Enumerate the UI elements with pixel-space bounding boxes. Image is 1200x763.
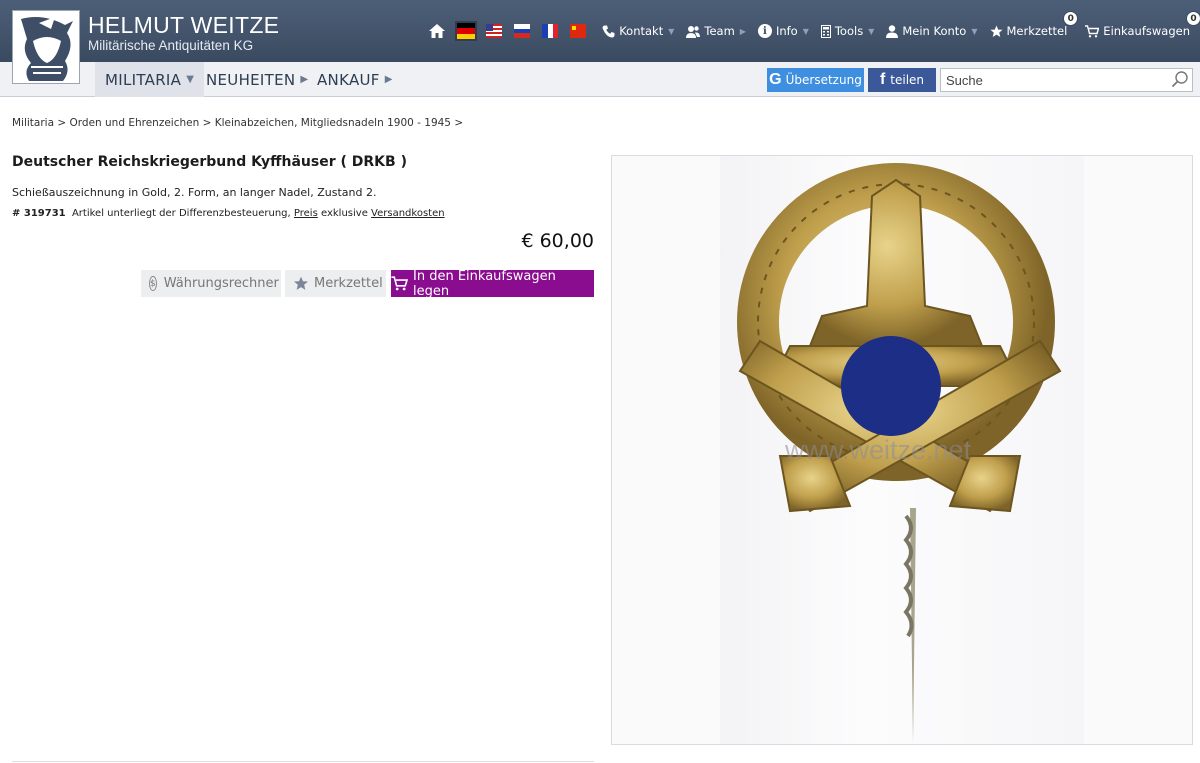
top-navigation: Kontakt ▼ Team ▶ i Info ▼ Tools ▼ Mein K… [428,11,1200,44]
brand-subtitle: Militärische Antiquitäten KG [88,38,254,53]
share-facebook-button[interactable]: f teilen [868,68,936,92]
nav-merkzettel-label: Merkzettel [1006,24,1068,38]
nav-mein-konto[interactable]: Mein Konto ▼ [880,18,983,44]
user-icon [886,24,899,38]
star-icon [989,25,1003,38]
chevron-down-icon: ▼ [186,74,195,85]
chevron-right-icon: ▶ [384,74,393,85]
chevron-down-icon: ▼ [971,26,978,36]
nav-info[interactable]: i Info ▼ [752,18,815,44]
info-glyph: i [757,24,772,38]
breadcrumb[interactable]: Militaria > Orden und Ehrenzeichen > Kle… [12,117,463,129]
wishlist-count-badge: 0 [1063,11,1079,26]
nav-merkzettel[interactable]: Merkzettel 0 [984,11,1079,44]
cart-icon [1085,24,1100,38]
category-ankauf-label: ANKAUF [317,70,380,89]
tax-note: Artikel unterliegt der Differenzbesteuer… [71,208,291,219]
nav-tools-label: Tools [834,24,864,38]
home-icon[interactable] [428,24,446,38]
image-watermark: www.weitze.net [785,435,972,465]
translate-button-label: Übersetzung [785,73,862,87]
nav-kontakt[interactable]: Kontakt ▼ [596,18,680,44]
cart-count-badge: 0 [1186,11,1200,26]
share-button-label: teilen [890,73,925,87]
category-militaria[interactable]: MILITARIA ▼ [95,62,205,97]
article-number: # 319731 [12,208,66,219]
add-to-cart-button[interactable]: In den Einkaufswagen legen [391,268,594,299]
logo[interactable] [12,10,80,84]
price-link[interactable]: Preis [294,208,318,219]
search-icon[interactable] [1171,70,1189,88]
search-input[interactable] [940,68,1193,92]
wishlist-button[interactable]: Merkzettel [285,270,386,297]
currency-converter-label: Währungsrechner [163,276,279,291]
nav-team[interactable]: Team ▶ [680,18,752,44]
team-icon [686,25,701,38]
flag-ru-icon[interactable] [514,24,531,39]
top-header: HELMUT WEITZE Militärische Antiquitäten … [0,0,1200,62]
category-militaria-label: MILITARIA [105,70,182,89]
category-neuheiten[interactable]: NEUHEITEN ▶ [206,62,308,97]
nav-einkaufswagen-label: Einkaufswagen [1103,24,1190,38]
chevron-right-icon: ▶ [300,74,309,85]
flag-us-icon[interactable] [486,24,503,38]
nav-mein-konto-label: Mein Konto [902,24,967,38]
shipping-link[interactable]: Versandkosten [371,208,445,219]
phone-icon [602,25,615,38]
nav-info-label: Info [775,24,798,38]
chevron-right-icon: ▶ [739,26,746,36]
divider [12,761,594,762]
wishlist-label: Merkzettel [314,276,383,291]
chevron-down-icon: ▼ [802,26,809,36]
currency-converter-button[interactable]: $ Währungsrechner [141,270,281,297]
product-title: Deutscher Reichskriegerbund Kyffhäuser (… [12,154,407,170]
google-icon: G [769,71,782,88]
nav-kontakt-label: Kontakt [619,24,664,38]
flag-cn-icon[interactable] [570,24,587,38]
currency-icon: $ [149,276,157,291]
translate-button[interactable]: G Übersetzung [767,68,864,92]
product-description: Schießauszeichnung in Gold, 2. Form, an … [12,186,377,199]
info-icon: i [757,24,772,38]
calculator-icon [820,24,831,38]
product-meta: # 319731 Artikel unterliegt der Differen… [12,208,445,219]
star-icon [293,276,309,291]
chevron-down-icon: ▼ [868,26,875,36]
flag-fr-icon[interactable] [542,24,559,38]
facebook-icon: f [879,71,886,88]
exclusive-text: exklusive [320,208,368,219]
flag-de-icon[interactable] [455,21,478,41]
add-to-cart-label: In den Einkaufswagen legen [413,268,556,299]
brand[interactable]: HELMUT WEITZE Militärische Antiquitäten … [88,12,279,54]
nav-einkaufswagen[interactable]: Einkaufswagen 0 [1079,11,1200,44]
nav-tools[interactable]: Tools ▼ [815,18,881,44]
product-price: € 60,00 [521,230,594,252]
category-neuheiten-label: NEUHEITEN [206,70,296,89]
category-bar: MILITARIA ▼ NEUHEITEN ▶ ANKAUF ▶ G Übers… [0,62,1200,97]
cart-icon [391,276,408,291]
category-ankauf[interactable]: ANKAUF ▶ [317,62,393,97]
brand-name[interactable]: HELMUT WEITZE [88,12,279,38]
nav-team-label: Team [704,24,735,38]
chevron-down-icon: ▼ [668,26,675,36]
